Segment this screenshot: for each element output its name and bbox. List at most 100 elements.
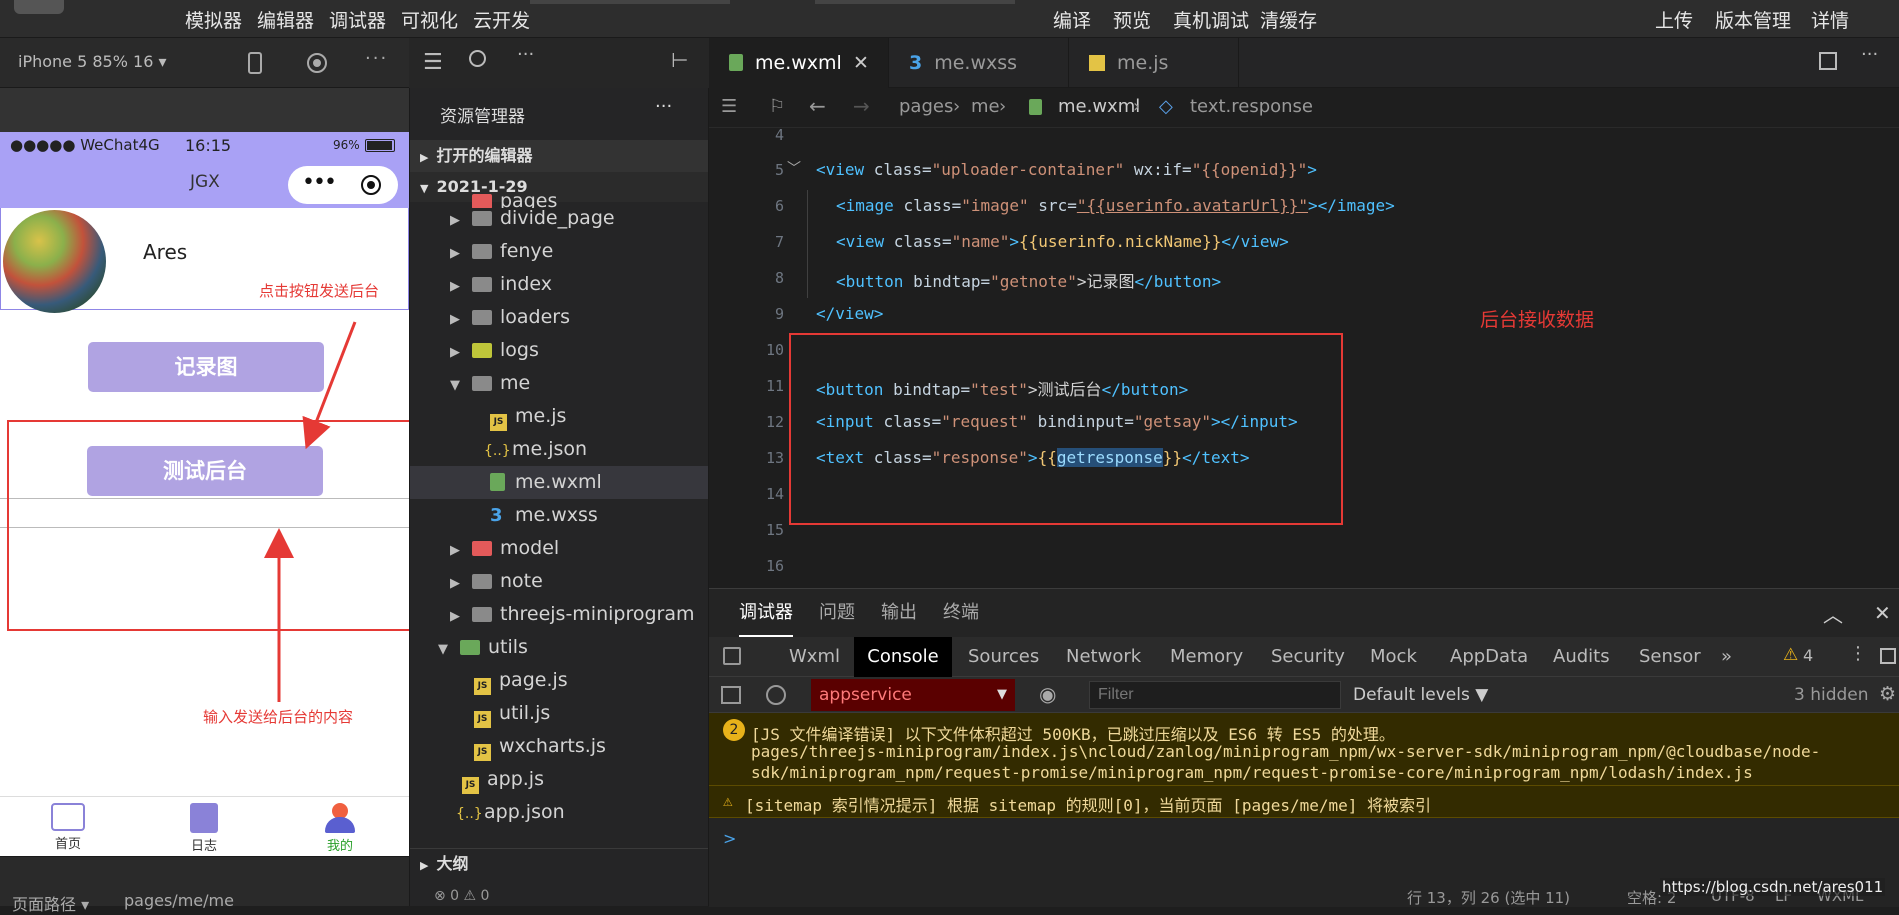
annotation-backend-receive: 后台接收数据 bbox=[1480, 309, 1595, 331]
context-label: appservice bbox=[819, 685, 912, 705]
explorer-panel: 资源管理器 ··· ▶ 打开的编辑器 ▼ 2021-1-29 pages ▶ divi… bbox=[409, 88, 709, 906]
line-number: 4 bbox=[774, 126, 784, 144]
problems-count[interactable]: ⊗ 0 ⚠ 0 bbox=[434, 888, 489, 904]
cursor-position[interactable]: 行 13，列 26 (选中 11) bbox=[1407, 887, 1570, 908]
tab-security[interactable]: Security bbox=[1271, 637, 1345, 677]
context-select[interactable]: appservice ▼ bbox=[811, 679, 1015, 711]
bookmark-icon[interactable]: ⚐ bbox=[769, 96, 785, 117]
tab-problems[interactable]: 问题 bbox=[819, 589, 855, 637]
line-number: 11 bbox=[765, 377, 784, 395]
tree-item[interactable]: JS app.js bbox=[462, 763, 544, 796]
tab-network[interactable]: Network bbox=[1066, 637, 1141, 677]
tab-terminal[interactable]: 终端 bbox=[943, 589, 979, 637]
more-icon[interactable]: ··· bbox=[517, 44, 534, 65]
tab-audits[interactable]: Audits bbox=[1553, 637, 1610, 677]
tree-item[interactable]: JS me.js bbox=[490, 400, 566, 433]
tree-item[interactable]: ▶ threejs-miniprogram bbox=[450, 598, 695, 631]
breadcrumb-item[interactable]: me bbox=[971, 96, 1000, 117]
close-icon[interactable]: ✕ bbox=[853, 38, 869, 88]
wxml-file-icon bbox=[729, 54, 743, 71]
tree-item[interactable]: JS page.js bbox=[474, 664, 568, 697]
tree-item[interactable]: 3 me.wxss bbox=[490, 499, 598, 532]
tree-label: loaders bbox=[500, 306, 571, 328]
tab-debugger[interactable]: 调试器 bbox=[739, 589, 793, 637]
tab-me-wxss[interactable]: 3 me.wxss bbox=[889, 38, 1069, 88]
folder-icon bbox=[472, 277, 492, 292]
sidebar-toggle-icon[interactable] bbox=[721, 686, 741, 704]
chevron-up-icon[interactable]: ︿ bbox=[1823, 599, 1843, 628]
code-editor[interactable]: 4 5 6 7 8 9 10 11 12 13 14 15 16 ﹀ <view… bbox=[709, 126, 1899, 588]
more-tabs-button[interactable]: » bbox=[1721, 637, 1732, 677]
list-icon[interactable]: ☰ bbox=[721, 96, 737, 117]
tab-wxml[interactable]: Wxml bbox=[789, 637, 840, 677]
breadcrumb-item[interactable]: text.response bbox=[1190, 96, 1313, 117]
folder-icon bbox=[472, 310, 492, 325]
tree-item[interactable]: ▼ me bbox=[450, 367, 530, 400]
eye-icon[interactable]: ◉ bbox=[1039, 682, 1056, 706]
divider bbox=[709, 785, 1899, 786]
fold-chevron-icon[interactable]: ﹀ bbox=[787, 158, 801, 178]
tree-item[interactable]: ▶ index bbox=[450, 268, 552, 301]
breadcrumb-item[interactable]: me.wxml bbox=[1058, 96, 1140, 117]
tree-item[interactable]: ▶ note bbox=[450, 565, 543, 598]
close-icon[interactable]: ✕ bbox=[1874, 601, 1891, 625]
open-editors-section[interactable]: ▶ 打开的编辑器 bbox=[410, 140, 708, 172]
page-path-label[interactable]: 页面路径 ▾ bbox=[12, 891, 89, 915]
tab-sensor[interactable]: Sensor bbox=[1639, 637, 1701, 677]
tree-item[interactable]: ▶ divide_page bbox=[450, 202, 615, 235]
outline-section[interactable]: ▶ 大纲 bbox=[410, 848, 708, 878]
tree-item[interactable]: JS wxcharts.js bbox=[474, 730, 606, 763]
tree-item[interactable]: {..}me.json bbox=[484, 433, 587, 466]
inspect-icon[interactable] bbox=[723, 647, 741, 665]
dock-icon[interactable] bbox=[1880, 648, 1896, 664]
project-section[interactable]: ▼ 2021-1-29 bbox=[410, 172, 708, 202]
tree-item[interactable]: ▼ utils bbox=[438, 631, 528, 664]
watermark: https://blog.csdn.net/ares011 bbox=[1660, 878, 1886, 896]
forward-icon[interactable]: → bbox=[853, 94, 870, 118]
line-number: 8 bbox=[774, 269, 784, 287]
gear-icon[interactable]: ⚙ bbox=[1879, 683, 1896, 705]
line-number: 12 bbox=[765, 413, 784, 431]
clear-console-icon[interactable] bbox=[766, 685, 786, 705]
tab-appdata[interactable]: AppData bbox=[1450, 637, 1528, 677]
kebab-menu-icon[interactable]: ⋮ bbox=[1849, 643, 1867, 664]
wxml-file-icon bbox=[1029, 99, 1042, 115]
collapse-panel-icon[interactable]: ⊢ bbox=[671, 48, 688, 72]
tab-memory[interactable]: Memory bbox=[1170, 637, 1243, 677]
breadcrumb-item[interactable]: pages bbox=[899, 96, 953, 117]
tree-item[interactable]: JS util.js bbox=[474, 697, 550, 730]
tree-item[interactable]: ▶ logs bbox=[450, 334, 539, 367]
tab-me-js[interactable]: me.js bbox=[1069, 38, 1239, 88]
console-message: [sitemap 索引情况提示] 根据 sitemap 的规则[0]，当前页面 … bbox=[745, 796, 1432, 815]
breadcrumb-sep: › bbox=[953, 96, 961, 117]
tree-item[interactable]: me.wxml bbox=[490, 466, 602, 499]
code-line: <button bindtap="getnote">记录图</button> bbox=[836, 272, 1222, 291]
tab-mock[interactable]: Mock bbox=[1370, 637, 1417, 677]
tab-me-wxml[interactable]: me.wxml ✕ bbox=[709, 38, 889, 88]
warning-icon[interactable]: ⚠ bbox=[1783, 645, 1798, 665]
tab-sources[interactable]: Sources bbox=[968, 637, 1039, 677]
tree-item[interactable]: ▶ loaders bbox=[450, 301, 570, 334]
tree-item[interactable]: ▶ fenye bbox=[450, 235, 553, 268]
tree-item[interactable]: {..}app.json bbox=[456, 796, 565, 829]
chevron-down-icon: ▼ bbox=[997, 687, 1007, 702]
tree-label: fenye bbox=[500, 240, 554, 262]
devtools-panel: 调试器 问题 输出 终端 ︿ ✕ Wxml Console Sources Ne… bbox=[709, 588, 1899, 908]
console-prompt[interactable]: > bbox=[723, 829, 736, 848]
more-icon[interactable]: ··· bbox=[655, 96, 672, 117]
split-editor-icon[interactable] bbox=[1819, 52, 1837, 70]
chevron-down-icon: ▼ bbox=[438, 642, 448, 657]
tab-console[interactable]: Console bbox=[854, 637, 952, 677]
log-levels-select[interactable]: Default levels ▼ bbox=[1353, 685, 1488, 705]
warning-count[interactable]: 4 bbox=[1803, 646, 1813, 665]
line-number: 16 bbox=[765, 557, 784, 575]
wxss-file-icon: 3 bbox=[490, 505, 503, 526]
tab-output[interactable]: 输出 bbox=[881, 589, 917, 637]
more-icon[interactable]: ··· bbox=[1861, 44, 1878, 65]
tree-item[interactable]: ▶ model bbox=[450, 532, 559, 565]
tree-label: page.js bbox=[499, 669, 568, 691]
list-icon[interactable]: ☰ bbox=[423, 50, 443, 75]
back-icon[interactable]: ← bbox=[809, 94, 826, 118]
search-icon[interactable] bbox=[469, 50, 486, 67]
filter-input[interactable] bbox=[1089, 681, 1341, 709]
